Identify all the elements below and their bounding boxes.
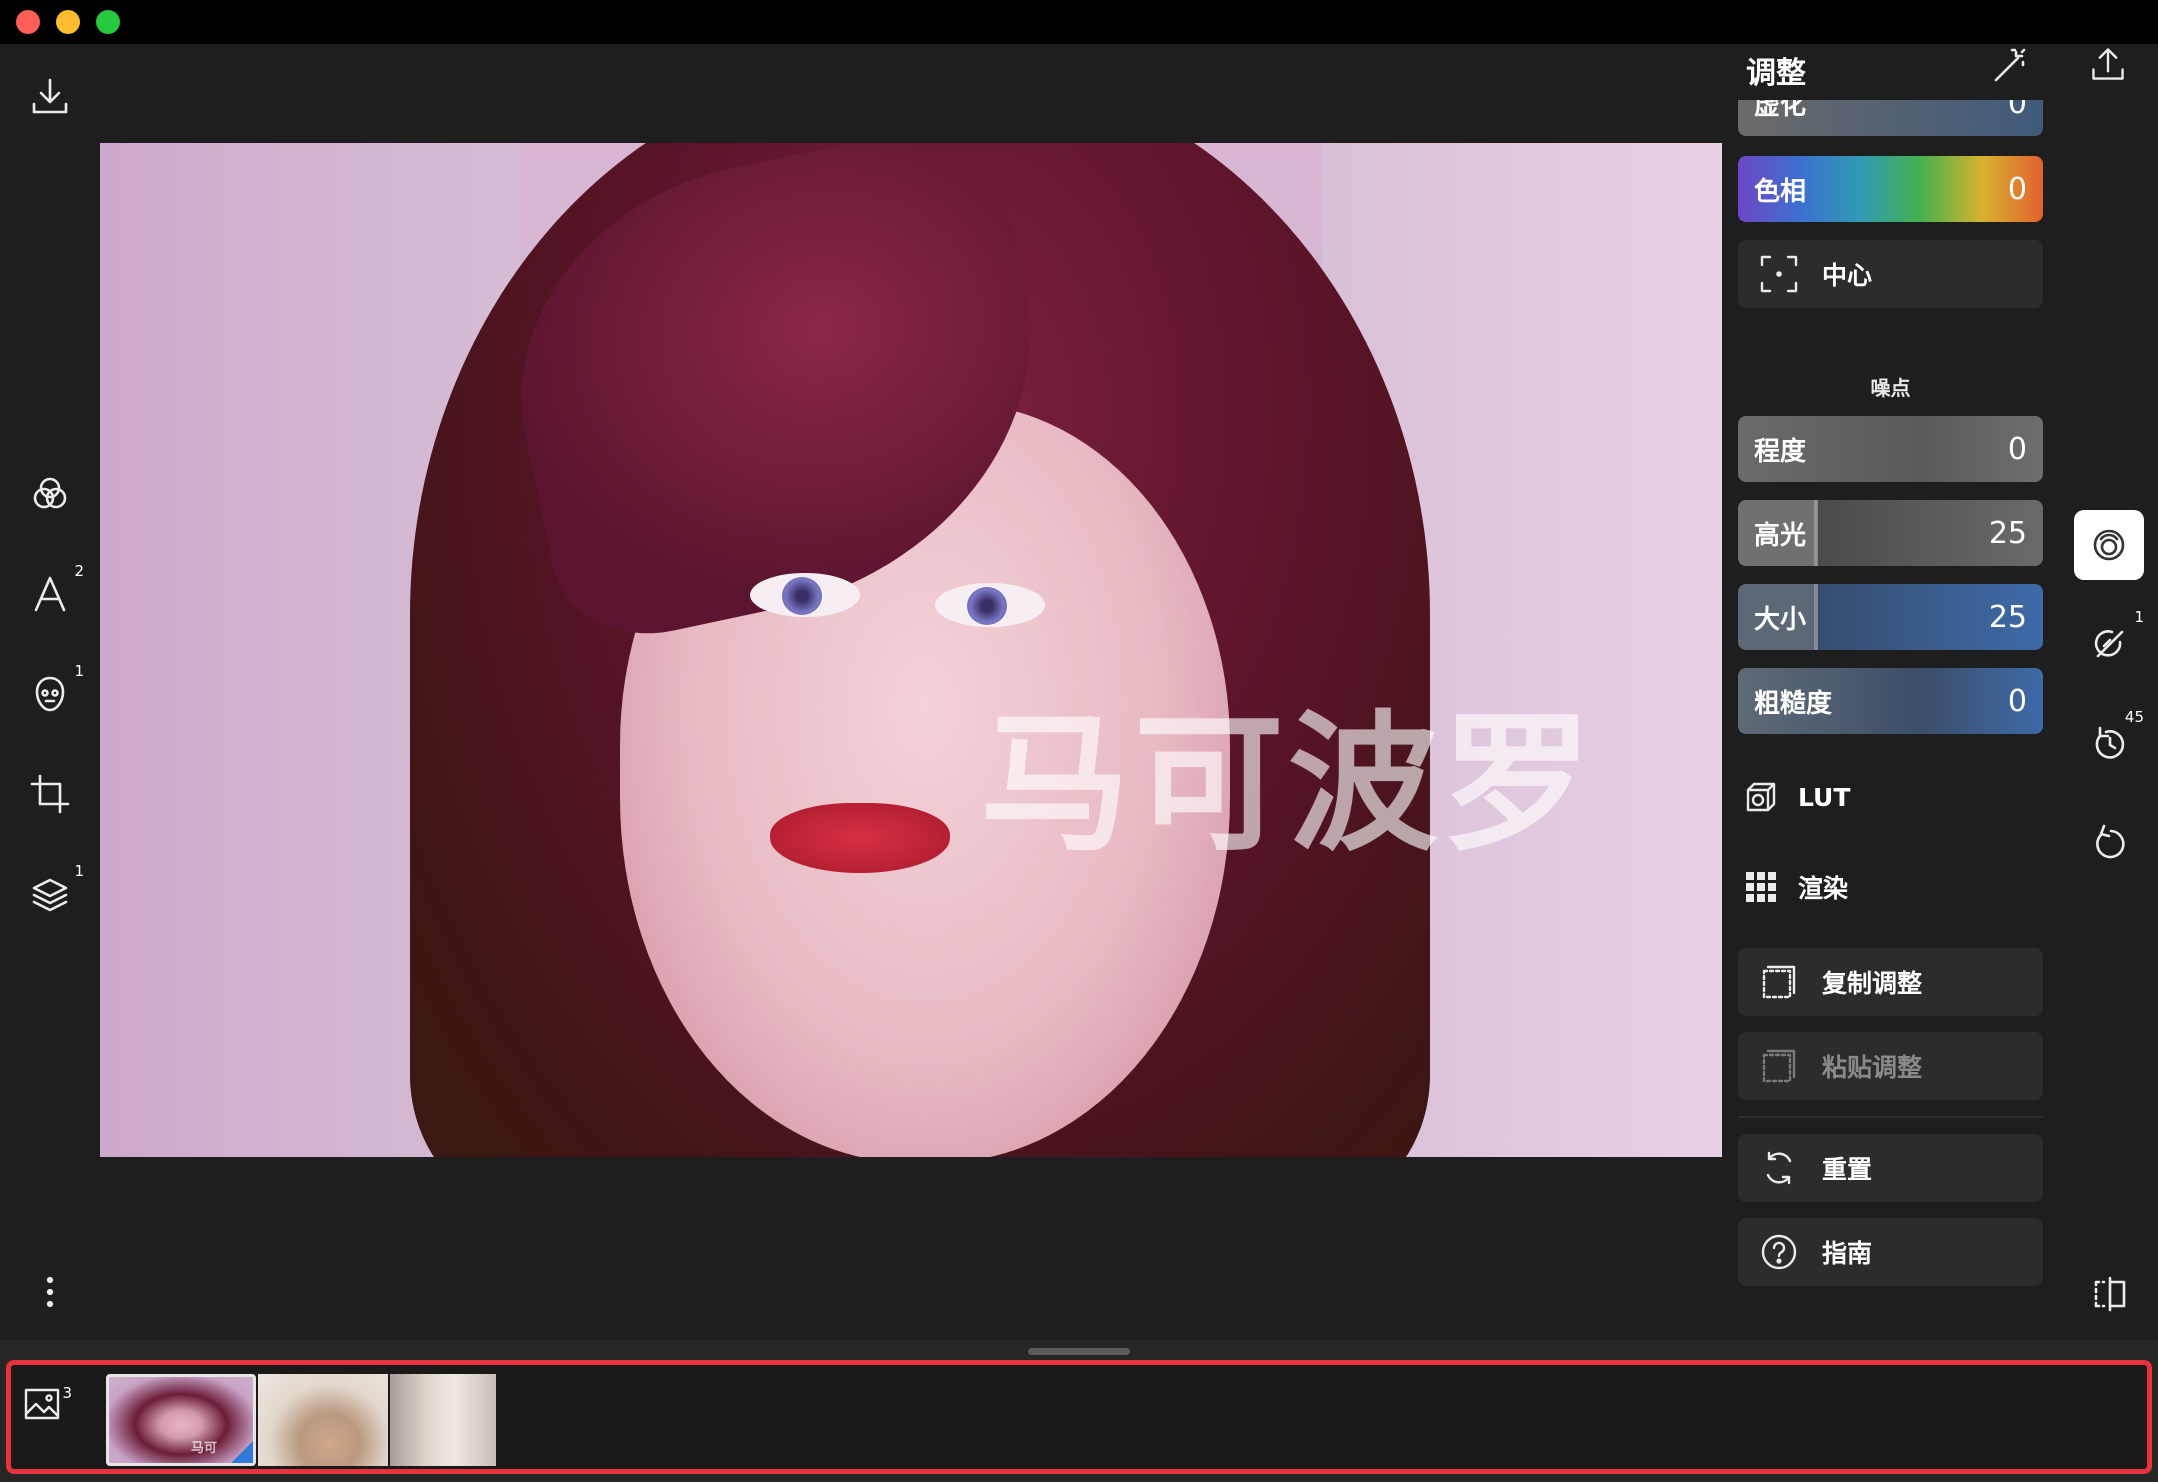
amount-label: 程度	[1754, 436, 1807, 467]
roughness-label: 粗糙度	[1754, 688, 1833, 719]
adjust-panel: 虚化 0 色相 0 中心 噪点 程度 0 高光 25 大小 25 粗糙度 0 L…	[1738, 100, 2043, 1310]
face-button[interactable]: 1	[24, 662, 84, 720]
copy-adjust-button[interactable]: 复制调整	[1738, 948, 2043, 1016]
size-slider-knob[interactable]	[1814, 584, 1818, 650]
undo-button[interactable]	[2086, 820, 2134, 868]
noise-section-title: 噪点	[1870, 376, 1911, 400]
thumbnail-cat-window[interactable]	[390, 1374, 496, 1466]
download-button[interactable]	[24, 70, 76, 122]
history-icon	[2095, 726, 2125, 759]
zoom-window-button[interactable]	[96, 10, 120, 34]
highlight-value: 25	[1988, 515, 2027, 551]
auto-enhance-button[interactable]	[1990, 46, 2030, 86]
more-icon	[46, 1276, 54, 1308]
heal-tool-button[interactable]: 1	[2086, 608, 2144, 668]
center-button[interactable]: 中心	[1738, 240, 2043, 308]
minimize-window-button[interactable]	[56, 10, 80, 34]
crop-icon	[30, 774, 70, 814]
size-slider[interactable]: 大小 25	[1738, 584, 2043, 650]
roughness-value: 0	[2007, 683, 2027, 719]
crop-button[interactable]	[24, 768, 76, 820]
thumbnail-portrait[interactable]: 马可	[106, 1374, 256, 1466]
lut-item[interactable]: LUT	[1742, 772, 1850, 822]
filters-button[interactable]	[24, 468, 76, 520]
photo-lips	[770, 803, 950, 873]
highlight-slider[interactable]: 高光 25	[1738, 500, 2043, 566]
amount-value: 0	[2007, 431, 2027, 467]
text-button[interactable]: 2	[24, 562, 84, 620]
hue-value: 0	[2007, 171, 2027, 207]
reset-label: 重置	[1822, 1155, 1873, 1184]
adjust-icon	[2093, 529, 2125, 561]
selected-marker	[231, 1441, 253, 1463]
compare-icon	[2094, 1276, 2126, 1312]
focus-center-icon	[1760, 255, 1798, 293]
more-button[interactable]	[24, 1266, 76, 1318]
amount-slider[interactable]: 程度 0	[1738, 416, 2043, 482]
watermark-text: 马可波罗	[980, 698, 1597, 872]
blur-label: 虚化	[1754, 100, 1807, 121]
gallery-icon	[24, 1388, 60, 1420]
render-grid-icon	[1746, 872, 1776, 902]
face-badge: 1	[74, 662, 84, 680]
face-icon	[35, 676, 65, 712]
photo-canvas[interactable]: 马可波罗	[100, 143, 1722, 1157]
compare-button[interactable]	[2086, 1270, 2134, 1318]
highlight-label: 高光	[1754, 520, 1807, 551]
undo-icon	[2096, 824, 2125, 859]
hue-slider[interactable]: 色相 0	[1738, 156, 2043, 222]
title-bar	[0, 0, 2158, 44]
hue-label: 色相	[1754, 176, 1807, 207]
layers-button[interactable]: 1	[24, 862, 84, 920]
thumbnail-cat-close[interactable]	[258, 1374, 388, 1466]
highlight-slider-knob[interactable]	[1814, 500, 1818, 566]
photo-eye-right	[935, 583, 1045, 627]
copy-icon	[1762, 965, 1796, 999]
roughness-slider[interactable]: 粗糙度 0	[1738, 668, 2043, 734]
layers-icon	[32, 878, 68, 912]
thumbnail-caption: 马可	[191, 1441, 218, 1456]
adjust-tool-button[interactable]	[2074, 510, 2144, 580]
magic-wand-icon	[1994, 48, 2026, 82]
paste-adjust-button[interactable]: 粘贴调整	[1738, 1032, 2043, 1100]
filmstrip-resize-handle[interactable]	[1028, 1348, 1130, 1355]
gallery-button[interactable]: 3	[22, 1382, 74, 1442]
size-label: 大小	[1754, 604, 1807, 635]
close-window-button[interactable]	[16, 10, 40, 34]
layers-badge: 1	[74, 862, 84, 880]
lut-cube-icon	[1746, 782, 1776, 812]
filters-icon	[33, 477, 67, 509]
blur-slider[interactable]: 虚化 0	[1738, 100, 2043, 136]
reset-button[interactable]: 重置	[1738, 1134, 2043, 1202]
history-button[interactable]: 45	[2086, 708, 2144, 768]
paste-icon	[1762, 1049, 1796, 1083]
text-badge: 2	[74, 562, 84, 580]
paste-adjust-label: 粘贴调整	[1822, 1053, 1923, 1082]
guide-button[interactable]: 指南	[1738, 1218, 2043, 1286]
gallery-badge: 3	[62, 1384, 72, 1402]
download-icon	[32, 78, 68, 114]
text-icon	[34, 576, 66, 612]
center-label: 中心	[1822, 261, 1873, 290]
share-icon	[2092, 48, 2124, 80]
render-item[interactable]: 渲染	[1742, 862, 1848, 912]
reset-icon	[1766, 1151, 1792, 1185]
blur-value: 0	[2007, 100, 2027, 121]
panel-title: 调整	[1746, 56, 1806, 91]
photo-eye-left	[750, 573, 860, 617]
heal-badge: 1	[2134, 608, 2144, 626]
help-icon	[1761, 1234, 1797, 1270]
size-value: 25	[1988, 599, 2027, 635]
render-label: 渲染	[1798, 874, 1849, 903]
lut-label: LUT	[1798, 782, 1851, 812]
share-button[interactable]	[2088, 44, 2132, 88]
guide-label: 指南	[1822, 1239, 1873, 1268]
panel-divider	[1738, 1116, 2043, 1118]
history-badge: 45	[2124, 708, 2144, 726]
heal-icon	[2094, 630, 2124, 658]
copy-adjust-label: 复制调整	[1822, 969, 1923, 998]
